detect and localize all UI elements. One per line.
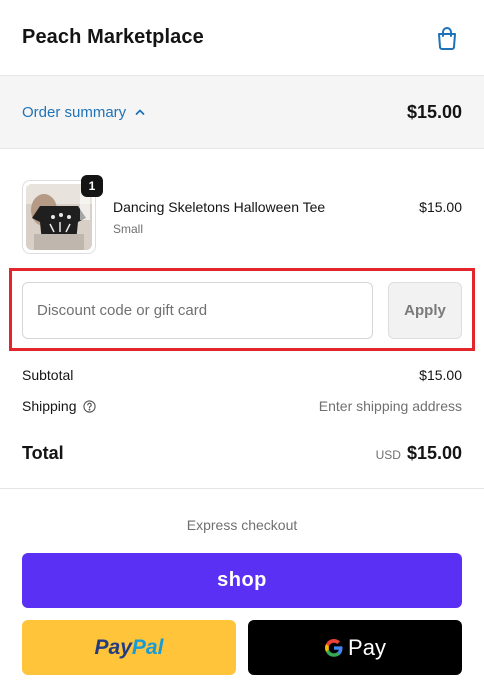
quantity-badge: 1 bbox=[81, 175, 103, 197]
section-divider bbox=[0, 488, 484, 489]
currency-code: USD bbox=[375, 448, 401, 462]
google-pay-label: Pay bbox=[348, 634, 386, 660]
total-row: Total USD $15.00 bbox=[22, 443, 462, 464]
apply-discount-button[interactable]: Apply bbox=[388, 282, 462, 339]
total-label: Total bbox=[22, 443, 64, 463]
store-name[interactable]: Peach Marketplace bbox=[22, 26, 204, 49]
order-summary-bar[interactable]: Order summary $15.00 bbox=[0, 76, 484, 149]
subtotal-label: Subtotal bbox=[22, 367, 74, 383]
subtotal-row: Subtotal $15.00 bbox=[22, 367, 462, 383]
google-g-icon bbox=[324, 638, 344, 658]
total-amount: $15.00 bbox=[406, 443, 462, 463]
paypal-button[interactable]: Pay Pal bbox=[22, 620, 236, 675]
order-summary-label: Order summary bbox=[22, 103, 127, 121]
product-thumbnail: 1 bbox=[22, 175, 103, 254]
product-price: $15.00 bbox=[419, 199, 462, 215]
product-title: Dancing Skeletons Halloween Tee bbox=[113, 199, 326, 215]
order-summary-total: $15.00 bbox=[406, 101, 462, 122]
shop-pay-button[interactable]: shop bbox=[22, 553, 462, 608]
google-pay-button[interactable]: Pay bbox=[248, 620, 462, 675]
paypal-logo-part1: Pay bbox=[94, 635, 132, 659]
question-circle-icon[interactable] bbox=[82, 399, 96, 413]
paypal-logo-part2: Pal bbox=[131, 635, 164, 659]
express-checkout-label: Express checkout bbox=[186, 517, 298, 533]
chevron-up-icon bbox=[134, 106, 146, 118]
shipping-label: Shipping bbox=[22, 398, 77, 414]
shop-pay-logo: shop bbox=[217, 569, 267, 591]
shipping-value: Enter shipping address bbox=[318, 398, 462, 414]
discount-code-input[interactable] bbox=[22, 282, 373, 339]
product-variant: Small bbox=[113, 222, 144, 236]
subtotal-value: $15.00 bbox=[419, 367, 462, 383]
checkout-header: Peach Marketplace bbox=[0, 0, 484, 76]
line-item: 1 Dancing Skeletons Halloween Tee Small … bbox=[22, 175, 462, 254]
order-summary-toggle[interactable]: Order summary bbox=[22, 104, 146, 121]
shopping-bag-icon[interactable] bbox=[434, 25, 460, 51]
shipping-row: Shipping Enter shipping address bbox=[22, 398, 462, 414]
